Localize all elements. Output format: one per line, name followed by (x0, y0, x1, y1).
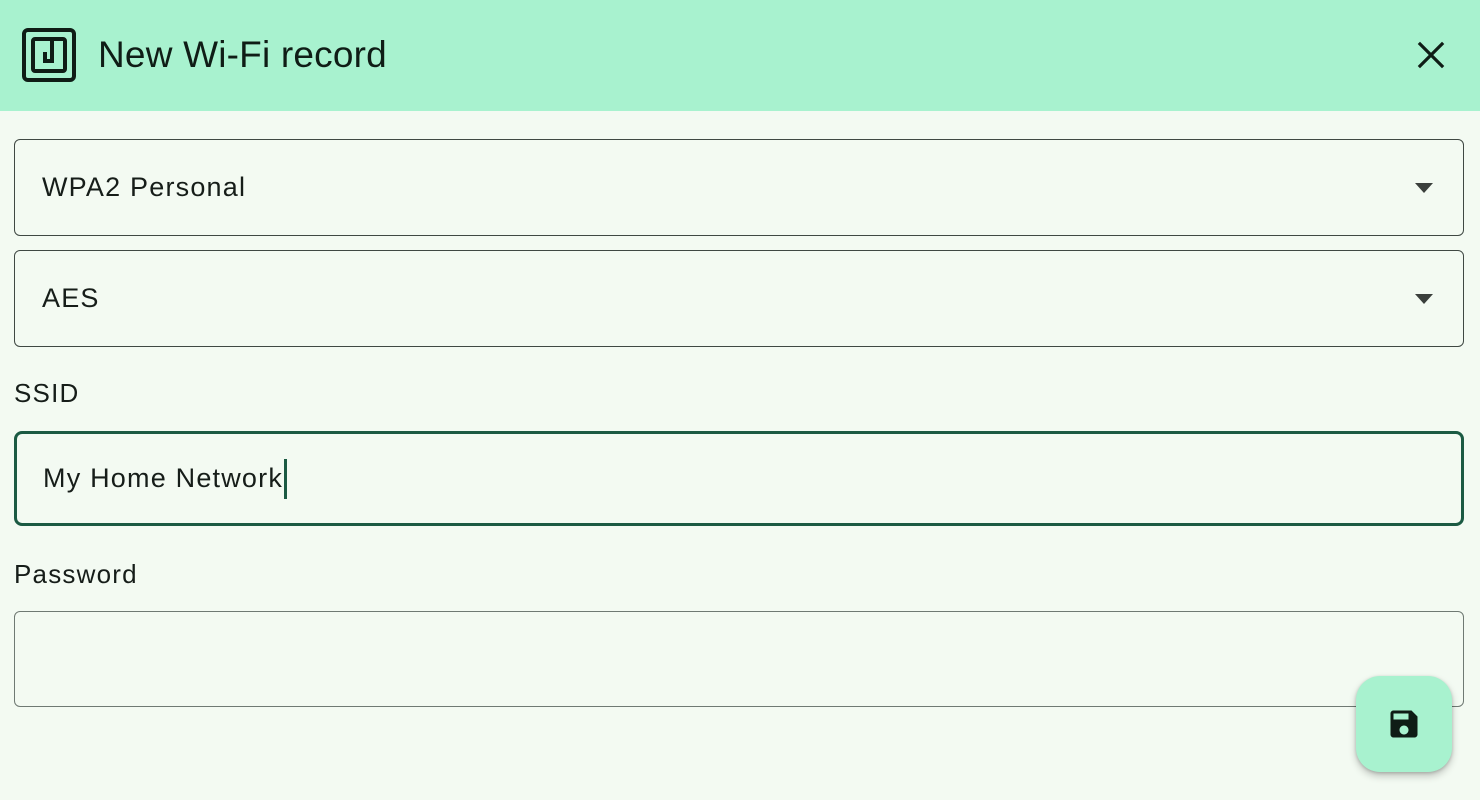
text-cursor (284, 458, 288, 499)
encryption-value: AES (42, 283, 100, 313)
password-label: Password (14, 559, 138, 589)
dropdown-arrow-icon (1415, 182, 1433, 193)
dropdown-arrow-icon (1415, 293, 1433, 304)
security-type-value: WPA2 Personal (42, 172, 247, 202)
ssid-input[interactable]: My Home Network (14, 431, 1464, 526)
save-icon (1390, 710, 1418, 738)
password-field-container (14, 611, 1464, 707)
close-button[interactable] (1404, 28, 1458, 82)
security-type-select[interactable]: WPA2 Personal (14, 139, 1464, 236)
nfc-tag-icon (22, 28, 76, 82)
ssid-value: My Home Network (43, 463, 284, 493)
ssid-label: SSID (14, 378, 80, 408)
page-title: New Wi-Fi record (98, 34, 387, 75)
encryption-select[interactable]: AES (14, 250, 1464, 347)
save-button[interactable] (1356, 676, 1452, 772)
top-app-bar: New Wi-Fi record (0, 0, 1480, 111)
password-input[interactable] (15, 612, 1463, 706)
close-icon (1417, 41, 1445, 69)
